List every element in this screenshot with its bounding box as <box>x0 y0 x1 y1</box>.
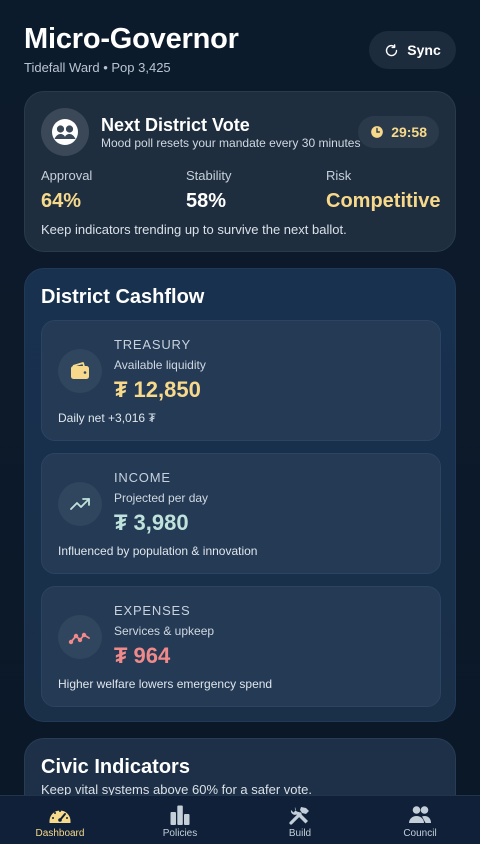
build-tools-icon <box>289 806 309 825</box>
dashboard-gauge-icon <box>49 809 71 823</box>
refresh-icon <box>386 43 398 56</box>
header: Micro-Governor Tidefall Ward • Pop 3,425… <box>24 22 456 78</box>
income-value: ₮ 3,980 <box>114 510 189 535</box>
item-sublabel: Projected per day <box>114 491 209 505</box>
people-circle-icon <box>52 119 78 145</box>
item-note: Higher welfare lowers emergency spend <box>58 677 273 691</box>
wallet-icon <box>71 362 89 379</box>
nav-label: Policies <box>162 827 198 839</box>
section-title: Civic Indicators <box>41 756 190 778</box>
treasury-value: ₮ 12,850 <box>114 377 201 402</box>
vote-title: Next District Vote <box>101 115 250 135</box>
countdown-timer: 29:58 <box>358 116 439 148</box>
item-sublabel: Services & upkeep <box>114 624 215 638</box>
nav-label: Dashboard <box>35 827 85 839</box>
expenses-value: ₮ 964 <box>114 643 171 668</box>
app-screen: Micro-Governor Tidefall Ward • Pop 3,425… <box>0 0 480 844</box>
sync-button[interactable]: Sync <box>369 31 456 69</box>
stat-value: 64% <box>41 190 82 212</box>
nav-label: Council <box>403 827 437 839</box>
vote-subtitle: Mood poll resets your mandate every 30 m… <box>101 136 361 150</box>
nav-item-policies[interactable]: Policies <box>120 796 240 844</box>
stat-risk: Risk Competitive <box>326 168 440 213</box>
timer-value: 29:58 <box>391 124 427 140</box>
policies-bars-icon <box>170 805 190 825</box>
nav-label: Build <box>288 827 312 839</box>
item-note: Influenced by population & innovation <box>58 544 258 558</box>
nav-item-council[interactable]: Council <box>360 796 480 844</box>
stat-label: Risk <box>326 168 352 183</box>
council-people-icon <box>409 805 431 823</box>
bottom-nav: Dashboard Policies Build Council <box>0 795 480 844</box>
item-note: Daily net +3,016 ₮ <box>58 411 156 425</box>
stat-stability: Stability 58% <box>186 168 232 213</box>
sync-label: Sync <box>407 42 441 58</box>
stat-value: 58% <box>186 190 227 212</box>
expenses-icon-badge <box>58 615 102 659</box>
item-label: TREASURY <box>114 337 191 352</box>
clock-icon <box>371 126 384 138</box>
income-item[interactable]: INCOME Projected per day ₮ 3,980 Influen… <box>41 453 441 574</box>
vote-note: Keep indicators trending up to survive t… <box>41 222 347 237</box>
item-label: EXPENSES <box>114 603 191 618</box>
trending-down-icon <box>68 632 90 645</box>
stat-label: Approval <box>41 168 93 183</box>
treasury-item[interactable]: TREASURY Available liquidity ₮ 12,850 Da… <box>41 320 441 441</box>
expenses-item[interactable]: EXPENSES Services & upkeep ₮ 964 Higher … <box>41 586 441 707</box>
stat-value: Competitive <box>326 190 441 212</box>
income-icon-badge <box>58 482 102 526</box>
vote-card: Next District Vote Mood poll resets your… <box>24 91 456 252</box>
council-avatar <box>41 108 89 156</box>
section-title: District Cashflow <box>41 286 205 308</box>
trending-up-icon <box>70 498 90 510</box>
cashflow-card: District Cashflow TREASURY Available liq… <box>24 268 456 722</box>
stat-label: Stability <box>186 168 232 183</box>
stat-approval: Approval 64% <box>41 168 92 213</box>
nav-item-dashboard[interactable]: Dashboard <box>0 796 120 844</box>
item-label: INCOME <box>114 470 171 485</box>
wallet-icon-badge <box>58 349 102 393</box>
item-sublabel: Available liquidity <box>114 358 206 372</box>
nav-item-build[interactable]: Build <box>240 796 360 844</box>
